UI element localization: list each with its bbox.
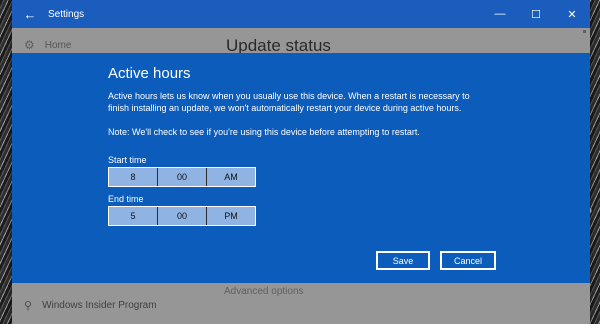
window-controls: — ☐ ✕ bbox=[482, 0, 590, 28]
cancel-button[interactable]: Cancel bbox=[440, 251, 496, 270]
maximize-icon[interactable]: ☐ bbox=[518, 0, 554, 28]
end-minute[interactable]: 00 bbox=[158, 207, 207, 225]
end-hour[interactable]: 5 bbox=[109, 207, 158, 225]
end-time-picker[interactable]: 5 00 PM bbox=[108, 206, 256, 226]
active-hours-dialog: Active hours Active hours lets us know w… bbox=[12, 53, 590, 283]
title-bar: ← Settings — ☐ ✕ bbox=[12, 0, 590, 28]
save-button[interactable]: Save bbox=[376, 251, 430, 270]
back-arrow-icon[interactable]: ← bbox=[12, 0, 48, 28]
dialog-note: Note: We'll check to see if you're using… bbox=[108, 127, 420, 137]
start-time-picker[interactable]: 8 00 AM bbox=[108, 167, 256, 187]
start-minute[interactable]: 00 bbox=[158, 168, 207, 186]
dialog-title: Active hours bbox=[108, 65, 191, 82]
dialog-description: Active hours lets us know when you usual… bbox=[108, 91, 470, 113]
window-title: Settings bbox=[48, 8, 85, 20]
end-time-label: End time bbox=[108, 194, 144, 204]
start-period[interactable]: AM bbox=[207, 168, 255, 186]
minimize-icon[interactable]: — bbox=[482, 0, 518, 28]
close-icon[interactable]: ✕ bbox=[554, 0, 590, 28]
end-period[interactable]: PM bbox=[207, 207, 255, 225]
start-time-label: Start time bbox=[108, 155, 147, 165]
start-hour[interactable]: 8 bbox=[109, 168, 158, 186]
